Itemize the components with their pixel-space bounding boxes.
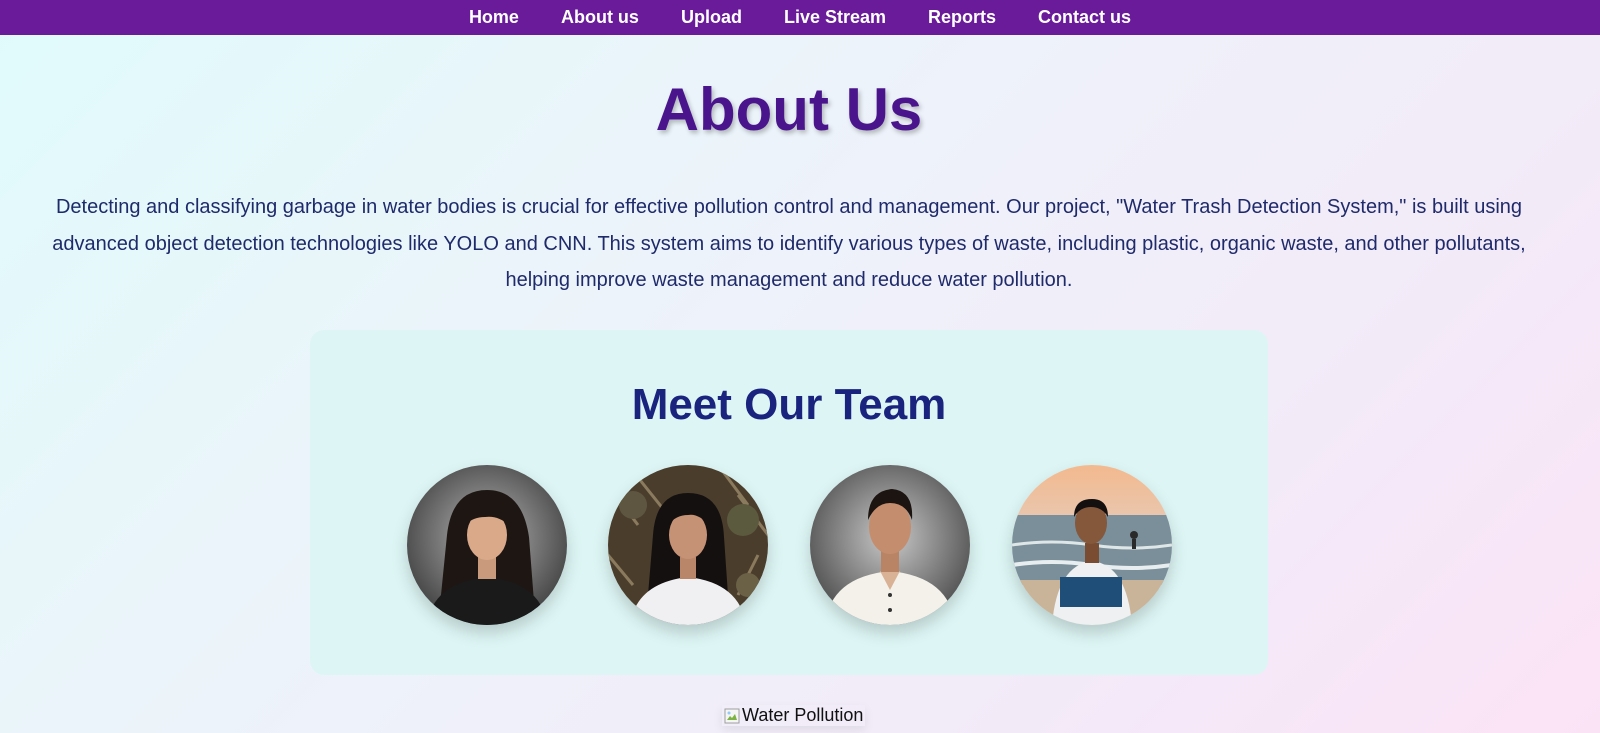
page-title: About Us: [655, 76, 923, 143]
intro-paragraph: Detecting and classifying garbage in wat…: [52, 196, 1526, 291]
nav-contact-link[interactable]: Contact us: [1038, 7, 1131, 28]
team-member-photo: [810, 465, 970, 625]
team-member-photo: [407, 465, 567, 625]
nav-about-link[interactable]: About us: [561, 7, 639, 28]
team-member-photo: [608, 465, 768, 625]
team-heading: Meet Our Team: [631, 380, 947, 429]
team-section: Meet Our Team: [310, 330, 1268, 675]
nav-home-link[interactable]: Home: [469, 7, 519, 28]
image-alt-text: Water Pollution: [742, 705, 864, 725]
team-member-photo: [1012, 465, 1172, 625]
water-pollution-image: Water Pollution: [722, 705, 865, 726]
nav-live-stream-link[interactable]: Live Stream: [784, 7, 886, 28]
top-navbar: Home About us Upload Live Stream Reports…: [0, 0, 1600, 35]
broken-image-icon: [724, 708, 740, 724]
nav-reports-link[interactable]: Reports: [928, 7, 996, 28]
nav-upload-link[interactable]: Upload: [681, 7, 742, 28]
